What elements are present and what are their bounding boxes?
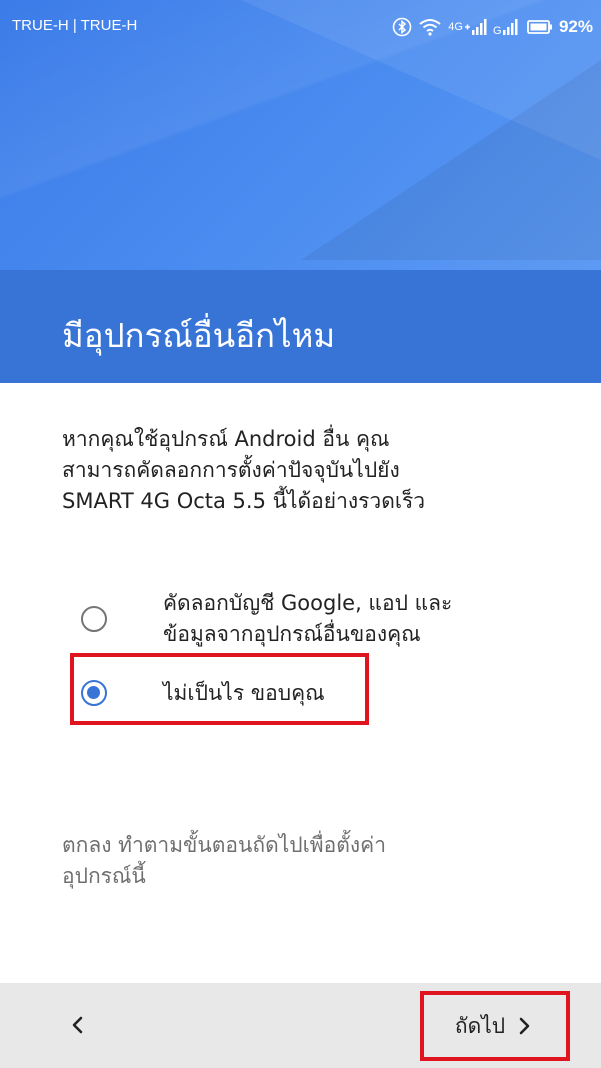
- note-text: ตกลง ทำตามขั้นตอนถัดไปเพื่อตั้งค่า อุปกร…: [62, 830, 562, 892]
- signal-g-icon: G: [493, 18, 521, 36]
- wifi-icon: [418, 17, 442, 37]
- battery-percent: 92%: [558, 17, 593, 36]
- description-line: SMART 4G Octa 5.5 นี้ได้อย่างรวดเร็ว: [62, 489, 426, 513]
- description-line: หากคุณใช้อุปกรณ์ Android อื่น คุณ: [62, 427, 390, 451]
- option-no-thanks[interactable]: ไม่เป็นไร ขอบคุณ: [70, 660, 390, 726]
- option-label-line: ข้อมูลจากอุปกรณ์อื่นของคุณ: [163, 622, 421, 646]
- network-type-label: 4G: [448, 21, 463, 33]
- status-bar: TRUE-H | TRUE-H 4G G 92%: [0, 0, 601, 56]
- option-copy-from-device[interactable]: คัดลอกบัญชี Google, แอป และ ข้อมูลจากอุป…: [70, 588, 540, 650]
- note-line: อุปกรณ์นี้: [62, 864, 146, 888]
- next-button-label: ถัดไป: [454, 1013, 506, 1038]
- bluetooth-icon: [392, 17, 412, 37]
- page-title: มีอุปกรณ์อื่นอีกไหม: [62, 316, 336, 355]
- next-button[interactable]: ถัดไป: [420, 991, 570, 1061]
- description-text: หากคุณใช้อุปกรณ์ Android อื่น คุณ สามารถ…: [62, 424, 562, 517]
- banner-facet: [301, 60, 601, 260]
- bottom-navigation-bar: ถัดไป: [0, 983, 601, 1068]
- option-label: ไม่เป็นไร ขอบคุณ: [163, 678, 325, 709]
- setup-screen: TRUE-H | TRUE-H 4G G 92% มีอุปกรณ์อื่นอี…: [0, 0, 601, 1068]
- option-label: คัดลอกบัญชี Google, แอป และ ข้อมูลจากอุป…: [163, 588, 452, 650]
- note-line: ตกลง ทำตามขั้นตอนถัดไปเพื่อตั้งค่า: [62, 833, 386, 857]
- carrier-label: TRUE-H | TRUE-H: [12, 17, 138, 34]
- radio-button-no-thanks[interactable]: [81, 680, 107, 706]
- signal-4g-icon: 4G: [448, 18, 487, 36]
- battery-icon: [527, 19, 553, 35]
- option-label-line: ไม่เป็นไร ขอบคุณ: [163, 680, 325, 705]
- option-label-line: คัดลอกบัญชี Google, แอป และ: [163, 591, 453, 615]
- svg-text:G: G: [493, 25, 502, 36]
- status-icons: 4G G 92%: [392, 14, 593, 40]
- chevron-right-icon: [519, 1017, 530, 1035]
- back-button[interactable]: [58, 1005, 98, 1045]
- description-line: สามารถคัดลอกการตั้งค่าปัจจุบันไปยัง: [62, 458, 400, 482]
- radio-button-copy[interactable]: [81, 606, 107, 632]
- chevron-left-icon: [72, 1016, 83, 1034]
